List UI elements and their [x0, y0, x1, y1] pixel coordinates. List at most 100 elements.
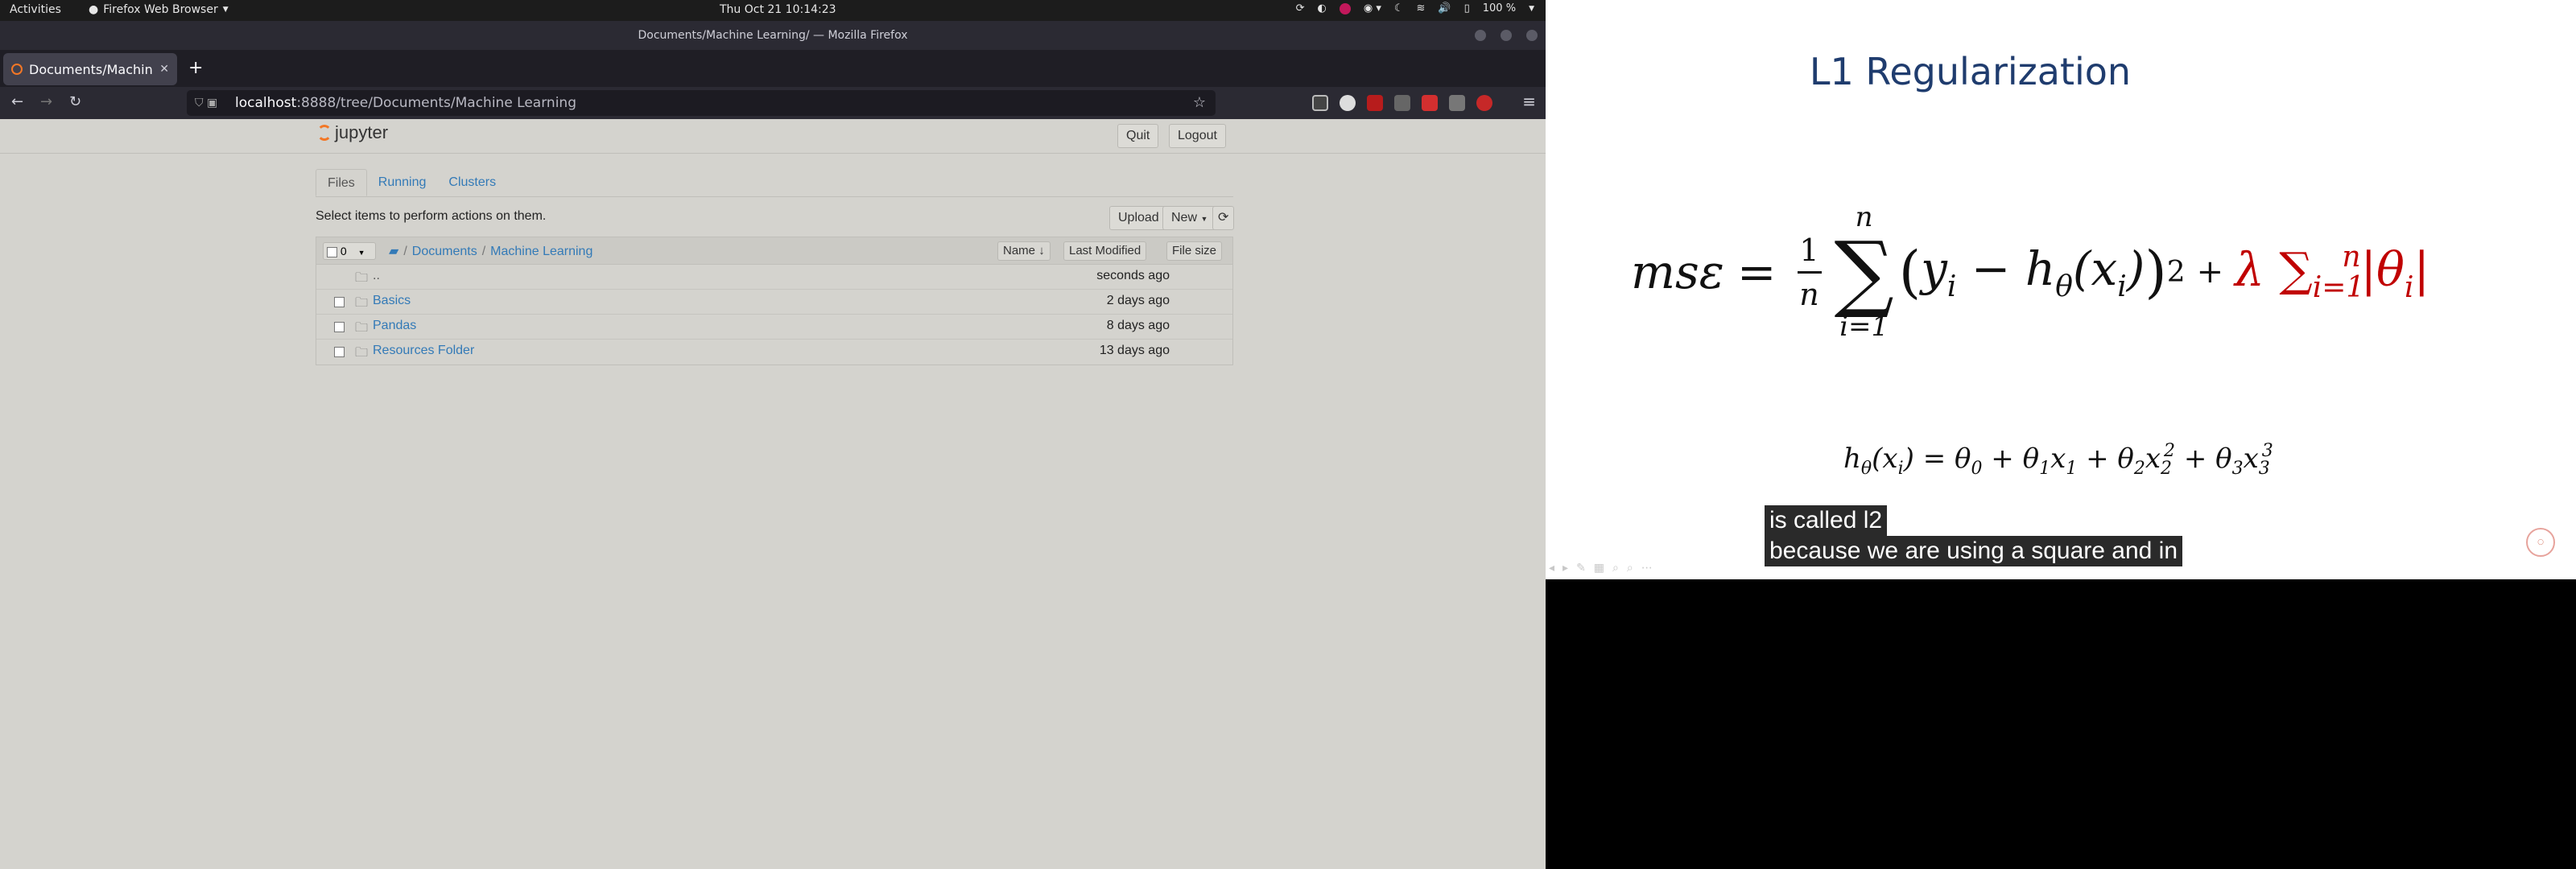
hamburger-menu-icon[interactable]: ≡ [1522, 92, 1536, 111]
jupyter-page: jupyter Quit Logout Files Running Cluste… [0, 119, 1546, 869]
caption-line: is called l2 [1765, 505, 1888, 536]
battery-level: 100 % [1482, 2, 1517, 14]
new-dropdown-button[interactable]: New ▼ [1162, 206, 1217, 230]
app-menu[interactable]: ● Firefox Web Browser ▼ [89, 3, 229, 16]
item-name[interactable]: Pandas [373, 319, 416, 333]
clock[interactable]: Thu Oct 21 10:14:23 [720, 3, 836, 16]
close-tab-icon[interactable]: ✕ [159, 63, 169, 76]
mse-l1-equation: msε = 1n n ∑ i=1 ( yi − hθ(xi) ) 2 + λ ∑i=1… [1631, 201, 2430, 343]
list-item[interactable]: 🗀 Basics 2 days ago [316, 290, 1232, 315]
player-control-icon[interactable]: ▸ [1563, 562, 1568, 575]
tab-files[interactable]: Files [316, 169, 367, 196]
app-indicator-icon[interactable] [1339, 2, 1351, 14]
discord-icon[interactable]: ◐ [1318, 2, 1327, 14]
tab-strip: Documents/Machine ✕ + [0, 50, 1546, 87]
file-list: 0 ▼ ▰ / Documents / Machine Learning Name ↓ … [316, 237, 1233, 365]
forward-arrow-icon[interactable]: → [40, 93, 52, 110]
firefox-icon: ● [89, 3, 99, 16]
browser-tab[interactable]: Documents/Machine ✕ [3, 53, 177, 85]
activities-button[interactable]: Activities [10, 3, 61, 16]
item-modified: seconds ago [1096, 269, 1170, 282]
list-item[interactable]: 🗀 Resources Folder 13 days ago [316, 340, 1232, 364]
maximize-button[interactable] [1501, 30, 1512, 41]
list-item[interactable]: 🗀 Pandas 8 days ago [316, 315, 1232, 340]
jupyter-logo[interactable]: jupyter [317, 122, 388, 143]
breadcrumb-documents[interactable]: Documents [412, 245, 477, 258]
folder-icon: 🗀 [355, 271, 369, 285]
minimize-button[interactable] [1475, 30, 1486, 41]
system-top-bar: Activities ● Firefox Web Browser ▼ Thu O… [0, 0, 1546, 21]
caption-line: because we are using a square and in [1765, 536, 2183, 566]
app-menu-label: Firefox Web Browser [103, 3, 218, 16]
extensions-toolbar [1312, 95, 1492, 111]
sort-by-name-button[interactable]: Name ↓ [997, 241, 1051, 261]
grid-icon[interactable]: ▦ [1594, 562, 1604, 575]
chevron-down-icon[interactable]: ▼ [358, 249, 365, 257]
back-arrow-icon[interactable]: ← [11, 93, 23, 110]
item-name[interactable]: .. [373, 269, 380, 283]
refresh-button[interactable]: ⟳ [1212, 206, 1235, 230]
breadcrumb-machine-learning[interactable]: Machine Learning [490, 245, 592, 258]
jupyter-logo-text: jupyter [335, 122, 389, 142]
sort-name-label: Name [1003, 244, 1036, 257]
pocket-icon[interactable] [1312, 95, 1328, 111]
navigation-bar: ← → ↻ ⛉ ▣ localhost:8888/tree/Documents/… [0, 87, 1546, 119]
screen: Activities ● Firefox Web Browser ▼ Thu O… [0, 0, 2576, 869]
close-button[interactable] [1526, 30, 1538, 41]
pen-icon[interactable]: ✎ [1576, 562, 1586, 575]
upload-button[interactable]: Upload [1109, 206, 1168, 230]
sort-by-modified-button[interactable]: Last Modified [1063, 241, 1147, 261]
selected-count: 0 [340, 245, 347, 257]
tab-running[interactable]: Running [367, 169, 438, 196]
extension-a-icon[interactable] [1340, 95, 1356, 111]
bookmark-star-icon[interactable]: ☆ [1193, 90, 1206, 116]
reload-icon[interactable]: ↻ [69, 93, 81, 110]
list-item[interactable]: 🗀 .. seconds ago [316, 265, 1232, 290]
zoom-icon[interactable]: ⌕ [1612, 562, 1619, 575]
select-all-dropdown[interactable]: 0 ▼ [323, 242, 376, 260]
sync-icon[interactable]: ⟳ [1296, 2, 1305, 14]
extension-b-icon[interactable] [1367, 95, 1383, 111]
folder-icon: 🗀 [355, 346, 369, 360]
folder-icon[interactable]: ▰ [389, 245, 398, 258]
extension-c-icon[interactable] [1422, 95, 1438, 111]
player-control-icon[interactable]: ◂ [1549, 562, 1554, 575]
item-modified: 8 days ago [1106, 319, 1170, 332]
accessibility-icon[interactable]: ◉ ▾ [1364, 2, 1381, 14]
item-name[interactable]: Resources Folder [373, 344, 474, 358]
folder-icon: 🗀 [355, 296, 369, 310]
zoom-icon[interactable]: ⌕ [1627, 562, 1633, 575]
item-modified: 2 days ago [1106, 294, 1170, 307]
more-icon[interactable]: ⋯ [1641, 562, 1653, 575]
refresh-icon: ⟳ [1218, 211, 1229, 224]
tab-title: Documents/Machine [29, 61, 154, 77]
url-host: localhost [235, 95, 297, 111]
tab-clusters[interactable]: Clusters [437, 169, 507, 196]
item-checkbox[interactable] [334, 322, 345, 332]
quit-button[interactable]: Quit [1117, 124, 1159, 148]
jupyter-tabs: Files Running Clusters [316, 169, 507, 196]
volume-icon: 🔊 [1438, 2, 1451, 14]
chevron-down-icon: ▼ [1200, 215, 1208, 223]
channel-logo: ○ [2526, 528, 2555, 557]
window-title: Documents/Machine Learning/ — Mozilla Fi… [638, 29, 908, 42]
url-bar[interactable]: ⛉ ▣ localhost:8888/tree/Documents/Machin… [187, 90, 1216, 116]
logout-button[interactable]: Logout [1169, 124, 1226, 148]
url-path: :8888/tree/Documents/Machine Learning [296, 95, 576, 111]
system-tray[interactable]: ⟳ ◐ ◉ ▾ ☾ ≋ 🔊 ▯ 100 % ▼ [1296, 2, 1534, 14]
new-tab-button[interactable]: + [188, 58, 203, 78]
extension-e-icon[interactable] [1476, 95, 1492, 111]
select-all-checkbox[interactable] [327, 246, 337, 257]
arrow-down-icon: ↓ [1038, 244, 1045, 257]
shield-icon[interactable]: ⛉ ▣ [195, 90, 217, 116]
chevron-down-icon: ▼ [222, 6, 229, 14]
chevron-down-icon[interactable]: ▼ [1529, 5, 1534, 13]
sort-by-size-button[interactable]: File size [1166, 241, 1223, 261]
extension-mask-icon[interactable] [1394, 95, 1410, 111]
item-checkbox[interactable] [334, 347, 345, 357]
lecture-video-frame[interactable]: L1 Regularization msε = 1n n ∑ i=1 ( yi − … [1546, 0, 2576, 579]
item-name[interactable]: Basics [373, 294, 411, 308]
battery-icon: ▯ [1463, 2, 1470, 14]
extension-d-icon[interactable] [1449, 95, 1465, 111]
item-checkbox[interactable] [334, 297, 345, 307]
